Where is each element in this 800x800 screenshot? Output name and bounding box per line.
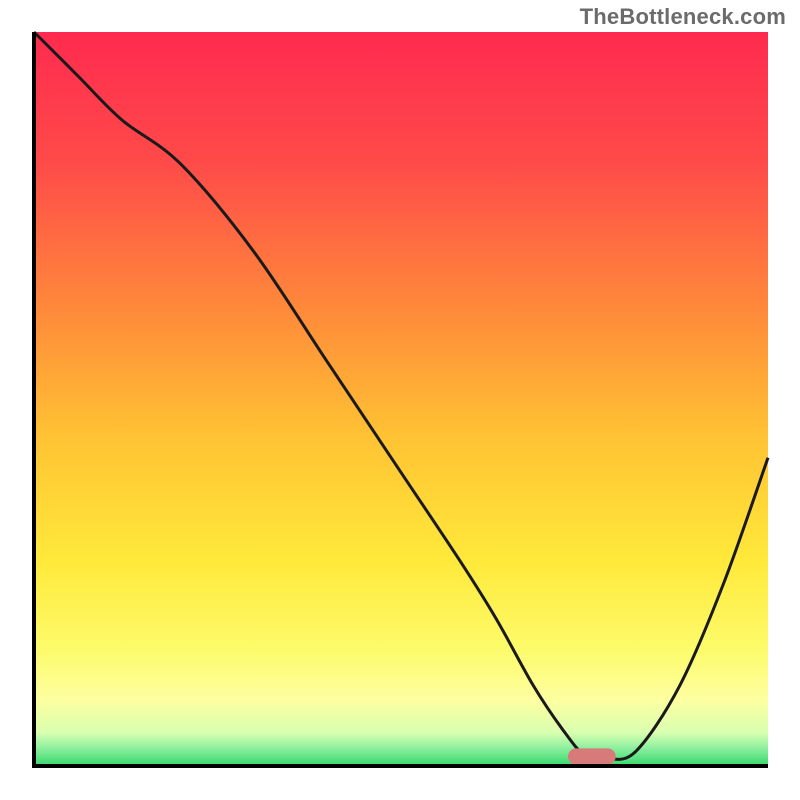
watermark-text: TheBottleneck.com bbox=[580, 4, 786, 30]
optimal-marker bbox=[568, 748, 616, 764]
bottleneck-chart bbox=[0, 0, 800, 800]
plot-background bbox=[34, 32, 768, 766]
